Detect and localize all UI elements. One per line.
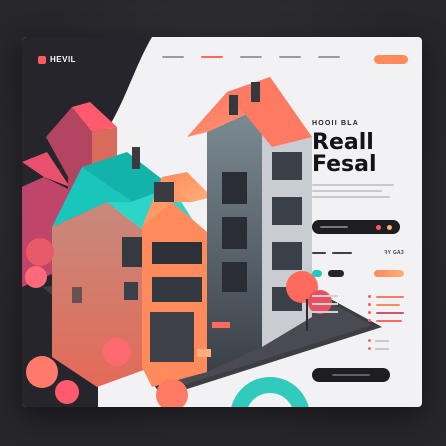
paragraph-line bbox=[312, 196, 390, 198]
bar-row bbox=[368, 311, 404, 314]
bullet-icon bbox=[368, 295, 371, 298]
nav-item-5[interactable] bbox=[318, 56, 340, 58]
bar-list bbox=[368, 295, 404, 327]
nav-item-2[interactable] bbox=[201, 56, 223, 58]
bar-row bbox=[368, 303, 404, 306]
stat-value: ꟻY GA3 bbox=[384, 250, 404, 256]
bottom-action-bar[interactable] bbox=[312, 368, 390, 382]
bar-row bbox=[368, 319, 404, 322]
bullet-icon bbox=[368, 311, 371, 314]
bar bbox=[376, 311, 404, 314]
small-links bbox=[368, 339, 389, 355]
landing-page-card: HEVIL HOOII BLA Reall Fesal ꟻY GA3 bbox=[22, 37, 422, 407]
search-placeholder bbox=[320, 226, 348, 228]
bullet-icon bbox=[368, 303, 371, 306]
nav-item-3[interactable] bbox=[240, 56, 262, 58]
arrow-icon[interactable] bbox=[387, 224, 392, 230]
feature-list bbox=[312, 295, 338, 319]
stat-label bbox=[332, 252, 352, 254]
search-icon[interactable] bbox=[376, 224, 381, 230]
list-item bbox=[312, 311, 338, 313]
bullet-icon bbox=[368, 347, 371, 350]
toggle-pill[interactable] bbox=[312, 270, 322, 277]
stat-label bbox=[312, 252, 326, 254]
list-item bbox=[312, 295, 338, 297]
filter-pill[interactable] bbox=[328, 270, 344, 277]
headline-line-1: Reall bbox=[312, 130, 374, 155]
bar bbox=[376, 303, 400, 306]
brand-name: HEVIL bbox=[50, 55, 77, 64]
logo-mark-icon bbox=[38, 55, 46, 64]
bar bbox=[376, 319, 402, 322]
brand-logo[interactable]: HEVIL bbox=[38, 55, 76, 64]
bar-row bbox=[368, 295, 404, 298]
link-row[interactable] bbox=[368, 347, 389, 350]
paragraph-line bbox=[312, 190, 382, 192]
nav-item-1[interactable] bbox=[162, 56, 184, 58]
hero-eyebrow: HOOII BLA bbox=[312, 120, 359, 127]
link-text bbox=[375, 347, 389, 350]
bar bbox=[376, 295, 404, 298]
top-navigation bbox=[162, 56, 340, 58]
headline-line-2: Fesal bbox=[312, 152, 377, 177]
stats-panel: ꟻY GA3 bbox=[312, 250, 404, 277]
list-item bbox=[312, 303, 338, 305]
nav-item-4[interactable] bbox=[279, 56, 301, 58]
link-text bbox=[375, 339, 389, 342]
bullet-icon bbox=[368, 319, 371, 322]
hero-paragraph bbox=[312, 184, 394, 202]
action-pill[interactable] bbox=[374, 270, 404, 277]
top-cta-button[interactable] bbox=[374, 55, 408, 64]
search-input[interactable] bbox=[312, 220, 400, 234]
bullet-icon bbox=[368, 339, 371, 342]
paragraph-line bbox=[312, 184, 394, 186]
hero-headline: Reall Fesal bbox=[312, 132, 377, 176]
link-row[interactable] bbox=[368, 339, 389, 342]
